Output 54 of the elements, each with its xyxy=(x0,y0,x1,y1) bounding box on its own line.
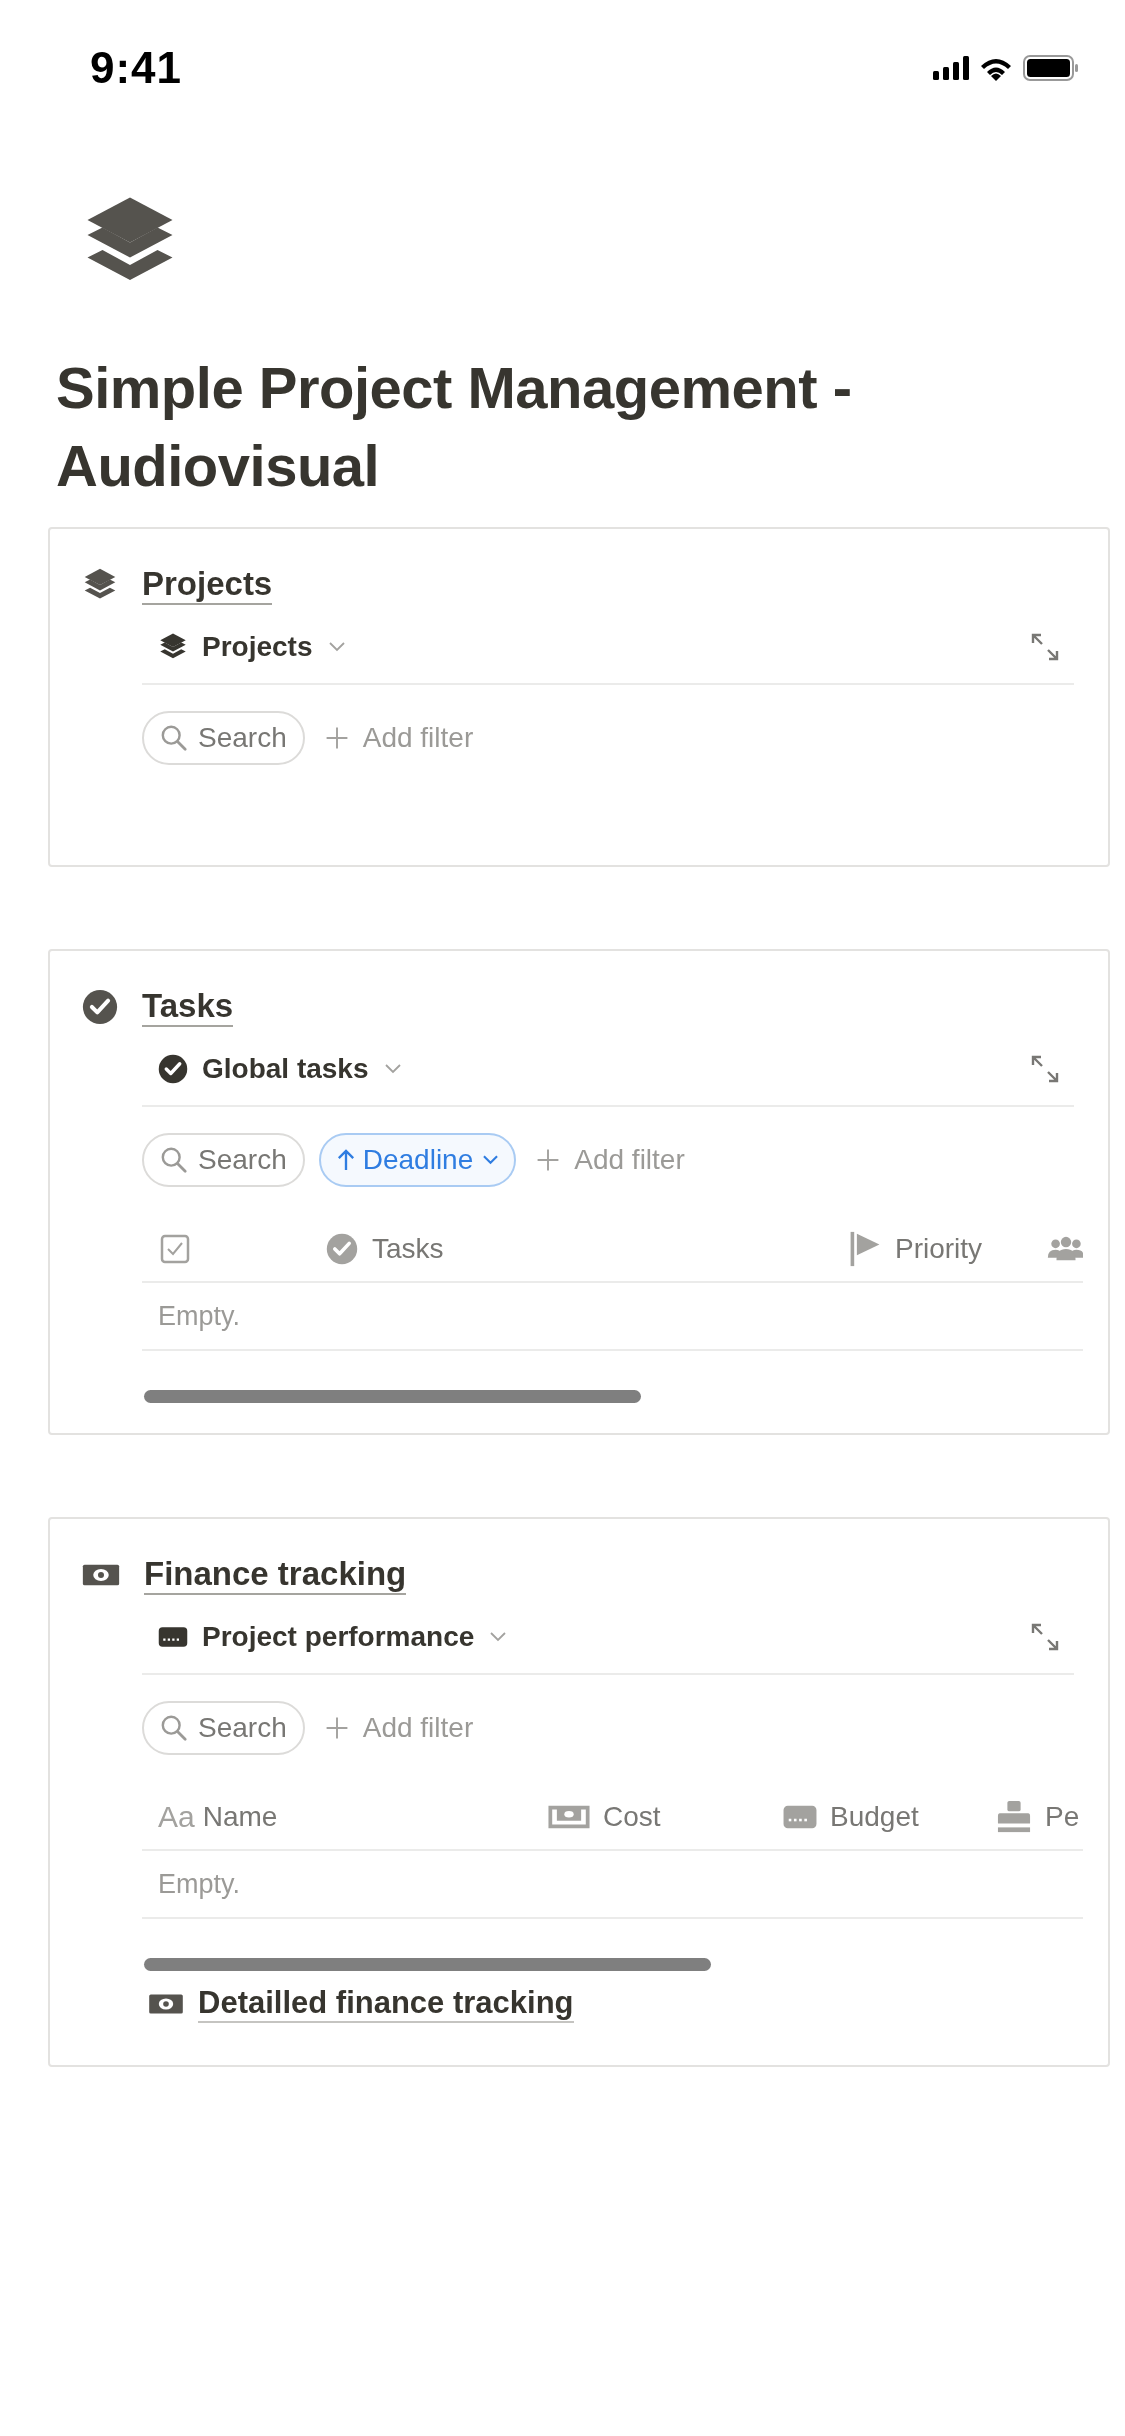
banknote-icon xyxy=(82,1562,120,1588)
add-filter-button[interactable]: Add filter xyxy=(318,722,474,754)
chevron-down-icon xyxy=(328,642,345,652)
sort-chip[interactable]: Deadline xyxy=(318,1133,517,1187)
flag-icon xyxy=(849,1231,881,1267)
empty-message: Empty. xyxy=(142,1851,1083,1919)
page-link[interactable]: Detailled finance tracking xyxy=(198,1985,574,2023)
people-icon xyxy=(1046,1236,1083,1262)
search-field[interactable]: Search xyxy=(142,711,305,765)
plus-icon xyxy=(324,1716,349,1740)
chevron-down-icon xyxy=(384,1064,401,1074)
search-icon xyxy=(160,1714,188,1742)
banknote-icon xyxy=(148,1992,184,2016)
expand-button[interactable] xyxy=(1030,1622,1060,1652)
tray-icon xyxy=(547,1803,591,1831)
check-circle-icon xyxy=(82,989,118,1025)
check-circle-icon xyxy=(326,1233,358,1265)
scrollbar[interactable] xyxy=(144,1958,711,1971)
add-filter-button[interactable]: Add filter xyxy=(318,1712,474,1744)
page-title: Simple Project Management - Audiovisual xyxy=(56,354,853,500)
search-icon xyxy=(160,724,188,752)
search-icon xyxy=(160,1146,188,1174)
empty-message: Empty. xyxy=(142,1283,1083,1351)
stamp-icon xyxy=(997,1800,1031,1834)
plus-icon xyxy=(536,1148,561,1172)
column-header[interactable]: Tasks xyxy=(372,1233,444,1265)
view-selector[interactable]: Projects xyxy=(142,631,345,663)
check-circle-icon xyxy=(158,1054,188,1084)
expand-button[interactable] xyxy=(1030,1054,1060,1084)
checkbox-icon xyxy=(160,1234,190,1264)
column-header[interactable]: Priority xyxy=(895,1233,983,1265)
column-header[interactable]: Budget xyxy=(830,1801,919,1833)
scrollbar[interactable] xyxy=(144,1390,641,1403)
signal-icon xyxy=(933,56,969,80)
view-selector[interactable]: Global tasks xyxy=(142,1053,401,1085)
battery-icon xyxy=(1023,55,1079,81)
add-filter-button[interactable]: Add filter xyxy=(530,1144,685,1176)
text-type-icon: Aa xyxy=(158,1800,195,1834)
search-field[interactable]: Search xyxy=(142,1133,305,1187)
expand-button[interactable] xyxy=(1030,632,1060,662)
column-header[interactable]: Name xyxy=(202,1801,278,1833)
database-title-link[interactable]: Tasks xyxy=(142,987,234,1027)
plus-icon xyxy=(324,726,349,750)
column-header[interactable]: Pe xyxy=(1045,1801,1080,1833)
chevron-down-icon xyxy=(483,1155,499,1165)
view-selector[interactable]: Project performance xyxy=(142,1621,507,1653)
card-icon xyxy=(782,1804,818,1830)
arrow-up-icon xyxy=(336,1148,355,1172)
database-title-link[interactable]: Projects xyxy=(142,565,273,605)
column-header[interactable]: Cost xyxy=(603,1801,661,1833)
search-field[interactable]: Search xyxy=(142,1701,305,1755)
status-time: 9:41 xyxy=(90,43,183,93)
database-title-link[interactable]: Finance tracking xyxy=(144,1555,407,1595)
chevron-down-icon xyxy=(490,1632,507,1642)
